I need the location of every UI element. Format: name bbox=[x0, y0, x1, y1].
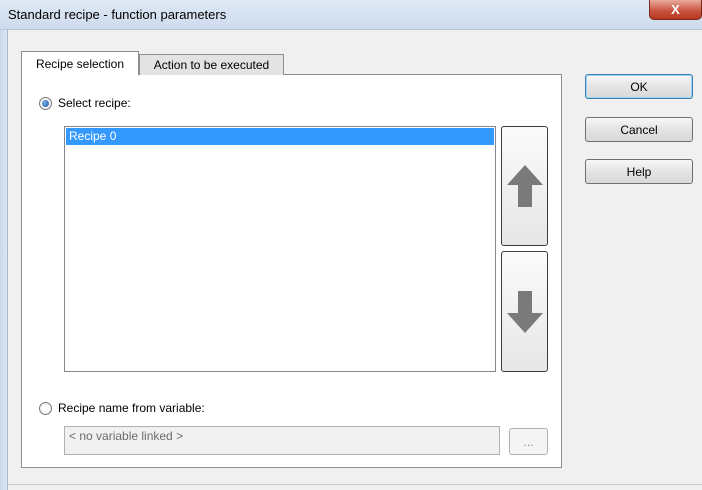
select-recipe-radio[interactable] bbox=[39, 97, 52, 110]
window-left-border bbox=[0, 30, 8, 490]
list-item[interactable]: Recipe 0 bbox=[66, 128, 494, 145]
select-recipe-label: Select recipe: bbox=[58, 96, 131, 110]
tab-action-to-be-executed[interactable]: Action to be executed bbox=[139, 54, 284, 75]
variable-field[interactable]: < no variable linked > bbox=[64, 426, 500, 455]
ok-label: OK bbox=[630, 79, 648, 94]
tab-label: Recipe selection bbox=[35, 56, 125, 71]
arrow-down-icon bbox=[506, 290, 543, 333]
help-button[interactable]: Help bbox=[585, 159, 693, 184]
window-title: Standard recipe - function parameters bbox=[8, 7, 227, 22]
cancel-label: Cancel bbox=[620, 122, 658, 137]
help-label: Help bbox=[626, 164, 652, 179]
variable-radio-label: Recipe name from variable: bbox=[58, 401, 205, 415]
cancel-button[interactable]: Cancel bbox=[585, 117, 693, 142]
variable-radio[interactable] bbox=[39, 402, 52, 415]
close-button[interactable]: X bbox=[649, 0, 702, 20]
browse-label: ... bbox=[523, 434, 534, 449]
tab-label: Action to be executed bbox=[153, 58, 270, 72]
recipe-list[interactable] bbox=[64, 126, 496, 372]
close-icon: X bbox=[671, 2, 680, 17]
ok-button[interactable]: OK bbox=[585, 74, 693, 99]
browse-variable-button[interactable]: ... bbox=[509, 428, 548, 455]
tab-recipe-selection[interactable]: Recipe selection bbox=[21, 51, 139, 75]
move-up-button[interactable] bbox=[501, 126, 548, 246]
arrow-up-icon bbox=[506, 165, 543, 207]
move-down-button[interactable] bbox=[501, 251, 548, 372]
radio-selected-dot bbox=[42, 100, 49, 107]
window-bottom-divider bbox=[8, 484, 702, 485]
